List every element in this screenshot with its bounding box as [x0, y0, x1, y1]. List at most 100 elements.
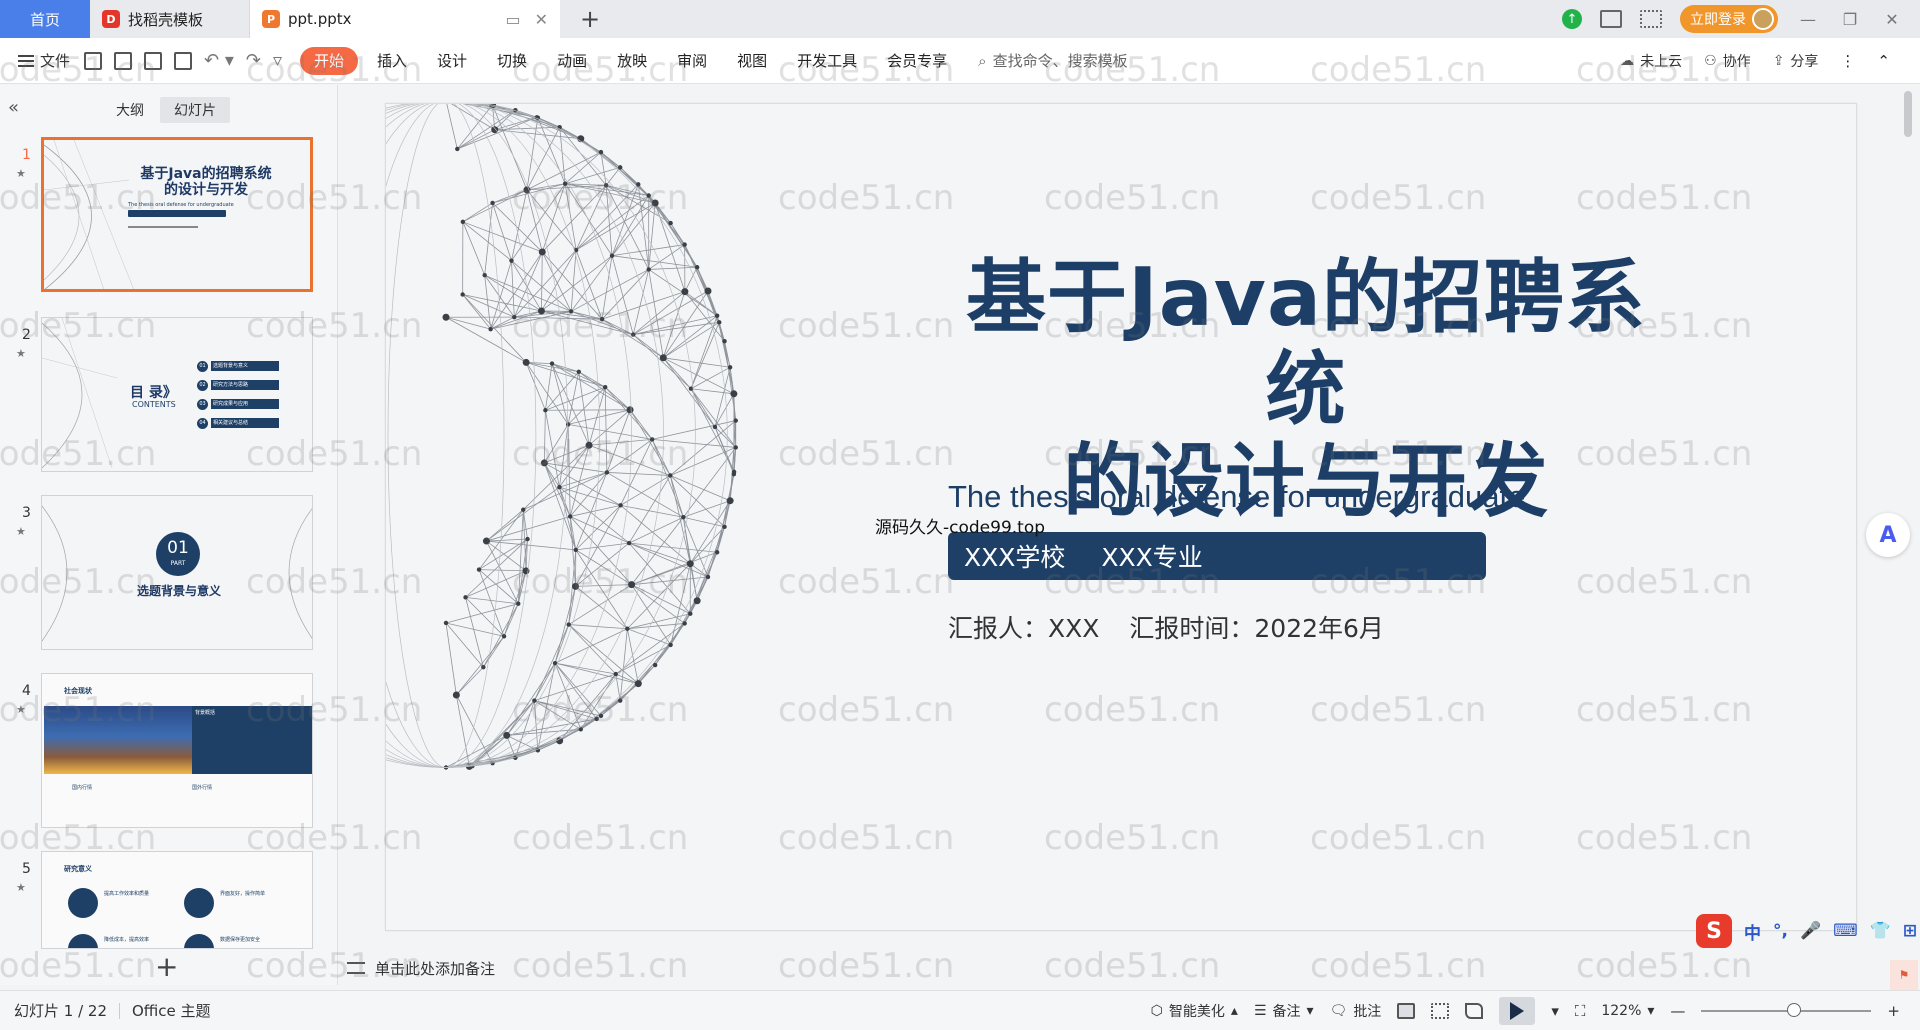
notes-toggle-button[interactable]: ☰ 备注 ▾ — [1254, 1001, 1314, 1021]
share-button[interactable]: ⇪ 分享 — [1773, 51, 1819, 71]
network-line — [478, 569, 505, 637]
collapse-panel-icon[interactable]: « — [8, 97, 19, 118]
network-line — [522, 444, 590, 510]
ime-lang[interactable]: 中 — [1744, 919, 1761, 944]
upload-icon[interactable]: ↑ — [1562, 9, 1582, 29]
ribbon-tab-home[interactable]: 开始 — [300, 46, 359, 75]
ribbon-tab-slideshow[interactable]: 放映 — [602, 47, 662, 75]
feedback-tag-icon[interactable]: ⚑ — [1890, 960, 1918, 990]
minimize-icon[interactable]: — — [1796, 10, 1820, 29]
ribbon-tab-member[interactable]: 会员专享 — [872, 47, 962, 75]
animation-star-icon: ★ — [16, 881, 26, 894]
slide-thumbnail-3[interactable]: 01 PART 选题背景与意义 — [41, 495, 313, 650]
money-icon — [68, 934, 98, 948]
slide-thumbnail-1[interactable]: 基于Java的招聘系统 的设计与开发 The thesis oral defen… — [41, 137, 313, 292]
menu-icon — [18, 54, 34, 67]
network-line — [714, 426, 735, 475]
zoom-slider[interactable] — [1701, 1002, 1872, 1017]
slide-thumbnail-4[interactable]: 社会现状 背景概括 国内行情 国外行情 — [41, 673, 313, 828]
cloud-status-button[interactable]: ☁ 未上云 — [1620, 51, 1682, 71]
ribbon-tab-animation[interactable]: 动画 — [542, 47, 602, 75]
file-menu[interactable]: 文件 — [18, 50, 70, 71]
normal-view-icon[interactable] — [1397, 1002, 1416, 1019]
share-icon: ⇪ — [1772, 52, 1785, 69]
ribbon-tab-design[interactable]: 设计 — [422, 47, 482, 75]
network-node — [733, 445, 738, 450]
zoom-in-button[interactable]: + — [1887, 1002, 1900, 1020]
skin-icon[interactable]: 👕 — [1870, 921, 1891, 941]
collaborate-button[interactable]: ⚇ 协作 — [1704, 51, 1751, 71]
tab-outline[interactable]: 大纲 — [110, 97, 150, 123]
network-node — [636, 182, 641, 187]
comments-button[interactable]: 🗨 批注 — [1330, 1001, 1382, 1021]
network-line — [588, 444, 671, 476]
zoom-out-button[interactable]: — — [1670, 1002, 1685, 1020]
login-button[interactable]: 立即登录 — [1680, 5, 1778, 33]
file-menu-label: 文件 — [40, 52, 71, 70]
notes-pane[interactable]: 单击此处添加备注 — [339, 950, 1920, 986]
thumb-item-1: 提高工作效率和质量 — [104, 891, 150, 897]
punctuation-icon[interactable]: °, — [1773, 921, 1788, 941]
tab-home[interactable]: 首页 — [0, 0, 90, 38]
play-slideshow-button[interactable] — [1499, 996, 1536, 1025]
network-node — [604, 470, 610, 475]
fit-window-icon[interactable]: ⛶ — [1575, 1002, 1586, 1020]
save-icon[interactable] — [84, 51, 103, 70]
redo-icon[interactable]: ↷ — [246, 50, 261, 71]
network-node — [693, 597, 701, 605]
current-slide[interactable]: 基于Java的招聘系统 的设计与开发 The thesis oral defen… — [385, 103, 1857, 931]
close-tab-icon[interactable]: ✕ — [535, 10, 548, 29]
scrollbar-thumb[interactable] — [1904, 91, 1912, 137]
ai-assistant-button[interactable]: A — [1866, 513, 1910, 557]
print-icon[interactable] — [144, 51, 163, 70]
network-line — [486, 540, 519, 604]
ime-toolbar[interactable]: S 中 °, 🎤 ⌨ 👕 ⊞ — [1696, 914, 1917, 948]
apps-grid-icon[interactable] — [1640, 10, 1662, 28]
zoom-level[interactable]: 122% ▾ — [1601, 1003, 1654, 1019]
undo-icon[interactable]: ↶ ▾ — [204, 50, 234, 71]
overlay-source-text: 源码久久-code99.top — [875, 518, 1046, 538]
tab-slides[interactable]: 幻灯片 — [160, 97, 230, 123]
network-node — [668, 220, 673, 226]
report-info[interactable]: 汇报人：XXX 汇报时间：2022年6月 — [948, 609, 1384, 645]
keyboard-icon[interactable]: ⌨ — [1833, 921, 1858, 941]
network-line — [652, 439, 736, 448]
float-window-icon[interactable]: ▭ — [505, 10, 520, 29]
ribbon-tab-developer[interactable]: 开发工具 — [782, 47, 872, 75]
export-pdf-icon[interactable] — [114, 51, 133, 70]
vertical-scrollbar[interactable] — [1902, 85, 1914, 865]
reading-view-icon[interactable] — [1465, 1002, 1484, 1019]
collapse-ribbon-icon[interactable]: ⌃ — [1877, 52, 1890, 70]
add-slide-button[interactable]: + — [155, 950, 178, 983]
command-search[interactable]: ⌕ 查找命令、搜索模板 — [978, 50, 1127, 71]
tab-document[interactable]: P ppt.pptx ▭ ✕ — [250, 0, 560, 38]
restore-icon[interactable]: ❐ — [1838, 10, 1862, 29]
customize-toolbar-icon[interactable]: ▿ — [273, 50, 282, 71]
more-options-icon[interactable]: ⋮ — [1840, 52, 1855, 70]
close-window-icon[interactable]: ✕ — [1880, 10, 1904, 29]
ribbon-tab-view[interactable]: 视图 — [722, 47, 782, 75]
notes-icon — [347, 962, 365, 974]
print-preview-icon[interactable] — [174, 51, 193, 70]
slide-sorter-icon[interactable] — [1431, 1002, 1450, 1019]
theme-name[interactable]: Office 主题 — [132, 1000, 211, 1021]
ribbon-tab-review[interactable]: 审阅 — [662, 47, 722, 75]
new-tab-button[interactable]: + — [560, 0, 620, 38]
tab-daoke-templates[interactable]: D 找稻壳模板 — [90, 0, 250, 38]
microphone-icon[interactable]: 🎤 — [1800, 921, 1821, 941]
slide-thumbnail-5[interactable]: 研究意义 提高工作效率和质量 界面友好，操作简单 降低成本，提高效率 数据保存更… — [41, 851, 313, 949]
ribbon-tab-transition[interactable]: 切换 — [482, 47, 542, 75]
slide-thumbnail-2[interactable]: 目 录》 CONTENTS 01 选题背景与意义 02 研究方法与思路 03 研… — [41, 317, 313, 472]
thumb-part-title: 选题背景与意义 — [136, 584, 221, 598]
ribbon-tab-insert[interactable]: 插入 — [362, 47, 422, 75]
network-node — [686, 560, 694, 568]
reading-mode-icon[interactable] — [1600, 10, 1622, 28]
network-line — [663, 321, 720, 359]
ime-apps-icon[interactable]: ⊞ — [1903, 921, 1917, 941]
thumb-item-2: 界面友好，操作简单 — [220, 891, 266, 897]
zoom-slider-knob[interactable] — [1787, 1002, 1802, 1017]
school-major-bar[interactable]: XXX学校 XXX专业 — [948, 532, 1486, 580]
play-options-chevron-icon[interactable]: ▾ — [1551, 1002, 1559, 1020]
smart-beautify-button[interactable]: ⬡ 智能美化 ▴ — [1151, 1001, 1238, 1021]
slide-subtitle[interactable]: The thesis oral defense for undergraduat… — [948, 479, 1525, 515]
